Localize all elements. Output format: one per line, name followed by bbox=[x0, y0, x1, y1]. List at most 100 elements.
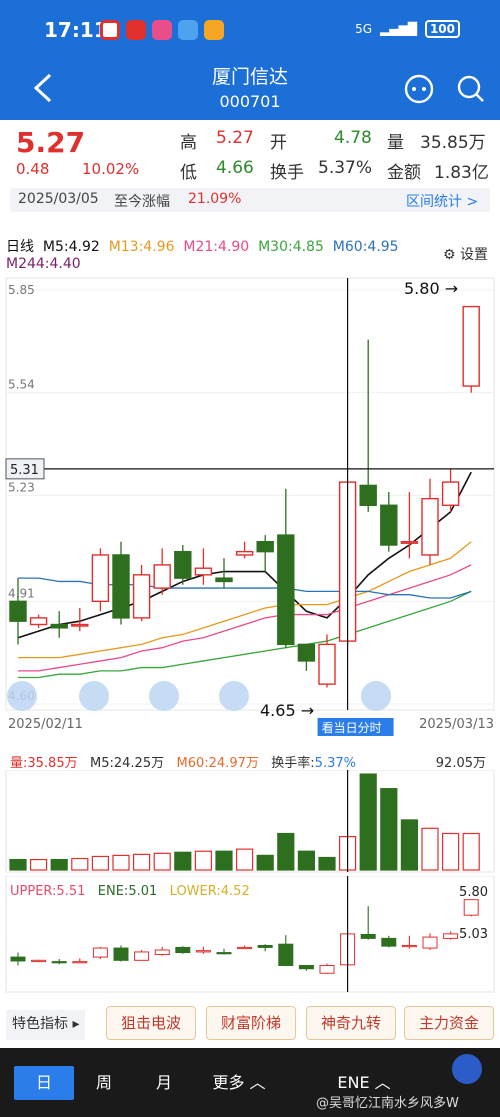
crosshair-tip: 看当日分时 bbox=[322, 721, 382, 735]
y-tick-label: 5.23 bbox=[8, 480, 35, 494]
nav-bar: 厦门信达 000701 bbox=[0, 58, 500, 120]
low-label: 低 bbox=[180, 163, 197, 183]
ene-candle-body bbox=[443, 933, 459, 939]
candle-body bbox=[50, 623, 68, 629]
settings-label: 设置 bbox=[460, 247, 488, 263]
candle-body bbox=[71, 623, 89, 627]
candle-body bbox=[380, 504, 398, 546]
turnover-value: 5.37% bbox=[318, 158, 373, 178]
tab-week[interactable]: 周 bbox=[74, 1066, 134, 1100]
candle-body bbox=[318, 643, 336, 685]
turnover-rate-label: 换手率: bbox=[271, 756, 315, 771]
ene-candle-body bbox=[278, 943, 294, 966]
high-label: 高 bbox=[180, 133, 197, 153]
candlestick-chart[interactable]: 5.855.545.234.914.60 5.315.80 →4.65 →看当日… bbox=[0, 276, 500, 736]
app-notify-icon bbox=[100, 20, 120, 40]
x-end-label: 2025/03/13 bbox=[419, 717, 494, 732]
range-stats-link[interactable]: 区间统计 > bbox=[406, 191, 478, 211]
ene-candle-body bbox=[360, 934, 376, 939]
ene-candle-body bbox=[113, 947, 129, 961]
candle-body bbox=[297, 643, 316, 662]
ma-line-m60 bbox=[18, 577, 472, 599]
indicator-menu[interactable]: 特色指标 ▸ bbox=[6, 1010, 86, 1040]
status-time: 17:11 bbox=[44, 18, 108, 42]
ene-candle-body bbox=[319, 964, 335, 974]
period-tabbar: 日 周 月 更多 ︿ ENE ︿ @吴哥忆江南水乡风多W bbox=[0, 1048, 500, 1117]
ene-frame bbox=[5, 876, 495, 993]
indicator-main-funds[interactable]: 主力资金 bbox=[404, 1006, 494, 1040]
chat-icon[interactable] bbox=[404, 74, 434, 104]
tab-day[interactable]: 日 bbox=[14, 1066, 74, 1100]
ma60-value: M60:4.95 bbox=[332, 239, 399, 255]
settings-button[interactable]: ⚙ 设置 bbox=[443, 244, 488, 264]
volume-bar bbox=[400, 819, 418, 871]
range-date: 2025/03/05 bbox=[18, 191, 99, 207]
ma-line-m13 bbox=[18, 541, 472, 659]
search-icon[interactable] bbox=[456, 74, 486, 104]
candle-body bbox=[359, 484, 377, 506]
arrow-left-icon[interactable] bbox=[149, 681, 179, 711]
browser-app-icon bbox=[178, 20, 198, 40]
indicator-wealth-ladder[interactable]: 财富阶梯 bbox=[206, 1006, 296, 1040]
volume-bar bbox=[256, 854, 274, 871]
indicator-sniper-wave[interactable]: 狙击电波 bbox=[106, 1006, 196, 1040]
vol-total: 量:35.85万 bbox=[10, 756, 78, 771]
volume-bar bbox=[380, 788, 398, 871]
candle-body bbox=[235, 550, 254, 556]
zoom-out-icon[interactable] bbox=[79, 681, 109, 711]
open-value: 4.78 bbox=[334, 128, 372, 148]
ma-legend: 日线 M5:4.92 M13:4.96 M21:4.90 M30:4.85 M6… bbox=[6, 236, 399, 256]
tab-month[interactable]: 月 bbox=[134, 1066, 194, 1100]
ene-candle-body bbox=[72, 961, 88, 964]
range-bar: 2025/03/05 至今涨幅 21.09% 区间统计 > bbox=[10, 188, 490, 212]
status-app-icons bbox=[100, 20, 224, 40]
candle-body bbox=[421, 497, 439, 556]
volume-chart[interactable] bbox=[0, 770, 500, 874]
candle-body bbox=[112, 554, 130, 619]
open-label: 开 bbox=[270, 133, 287, 153]
x-start-label: 2025/02/11 bbox=[8, 717, 83, 732]
volume-bar bbox=[318, 856, 336, 871]
volume-bar bbox=[194, 850, 212, 871]
candle-body bbox=[215, 577, 233, 583]
tab-more[interactable]: 更多 ︿ bbox=[194, 1066, 284, 1100]
candle-body bbox=[462, 305, 480, 387]
ma-line-m21 bbox=[18, 564, 472, 672]
volume-label: 量 bbox=[387, 133, 404, 153]
candle-body bbox=[194, 567, 213, 576]
volume-bar bbox=[277, 832, 295, 871]
price-change: 0.48 bbox=[16, 160, 50, 178]
candle-body bbox=[9, 600, 27, 622]
volume-bar bbox=[9, 858, 27, 871]
network-label: 5G bbox=[355, 22, 373, 36]
assistant-icon[interactable] bbox=[452, 1054, 482, 1084]
last-price: 5.27 bbox=[16, 126, 86, 159]
turnover-rate-value: 5.37% bbox=[314, 756, 356, 771]
ene-chart[interactable]: 5.80 5.03 bbox=[0, 876, 500, 996]
y-tick-label: 5.54 bbox=[8, 378, 35, 392]
volume-bar bbox=[462, 832, 480, 871]
vol-max-label: 92.05万 bbox=[435, 756, 486, 771]
crosshair-price-label: 5.31 bbox=[10, 463, 39, 478]
candle-body bbox=[277, 534, 295, 646]
max-price-annotation: 5.80 → bbox=[404, 279, 458, 298]
ene-right-label: 5.03 bbox=[459, 927, 488, 942]
volume-bar bbox=[71, 857, 89, 871]
low-value: 4.66 bbox=[216, 158, 254, 178]
volume-bar bbox=[133, 853, 151, 871]
candle-body bbox=[400, 541, 419, 544]
candle-body bbox=[91, 554, 110, 603]
indicator-magic-nine[interactable]: 神奇九转 bbox=[306, 1006, 396, 1040]
ene-candle-body bbox=[237, 946, 253, 950]
expand-icon[interactable] bbox=[361, 681, 391, 711]
candle-body bbox=[256, 541, 274, 553]
ene-candle-body bbox=[463, 899, 479, 916]
range-value: 21.09% bbox=[188, 191, 242, 207]
candle-body bbox=[132, 574, 151, 619]
zoom-in-icon[interactable] bbox=[7, 681, 37, 711]
volume-bar bbox=[91, 855, 110, 871]
volume-bar bbox=[174, 851, 192, 871]
amount-label: 金额 bbox=[387, 163, 421, 183]
chart-frame bbox=[5, 277, 495, 711]
arrow-right-icon[interactable] bbox=[219, 681, 249, 711]
